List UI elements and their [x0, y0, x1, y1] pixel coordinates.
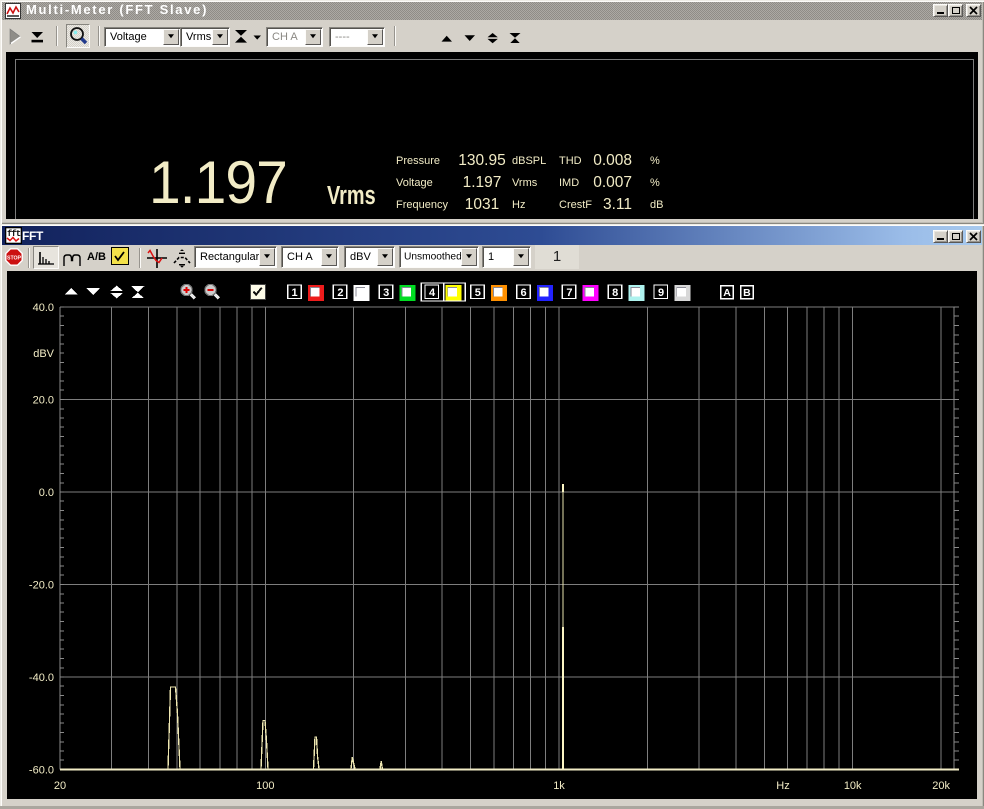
- svg-text:7: 7: [566, 287, 572, 299]
- svg-text:8: 8: [612, 287, 618, 299]
- svg-text:A: A: [723, 287, 731, 299]
- svg-text:0.0: 0.0: [39, 487, 54, 499]
- svg-text:2: 2: [337, 287, 343, 299]
- svg-text:40.0: 40.0: [33, 302, 54, 314]
- svg-text:1: 1: [292, 287, 298, 299]
- svg-text:1k: 1k: [553, 780, 565, 792]
- svg-text:-20.0: -20.0: [29, 580, 54, 592]
- svg-text:dBV: dBV: [33, 348, 54, 360]
- svg-text:-60.0: -60.0: [29, 765, 54, 777]
- svg-text:STOP: STOP: [7, 256, 22, 262]
- svg-text:3: 3: [383, 287, 389, 299]
- svg-text:20.0: 20.0: [33, 395, 54, 407]
- svg-text:100: 100: [256, 780, 274, 792]
- svg-text:9: 9: [658, 287, 664, 299]
- svg-text:20k: 20k: [932, 780, 950, 792]
- svg-text:6: 6: [521, 287, 527, 299]
- svg-text:10k: 10k: [844, 780, 862, 792]
- svg-text:4: 4: [429, 287, 436, 299]
- svg-text:-40.0: -40.0: [29, 672, 54, 684]
- svg-text:20: 20: [54, 780, 66, 792]
- svg-text:5: 5: [475, 287, 481, 299]
- svg-text:B: B: [743, 287, 751, 299]
- svg-text:Hz: Hz: [776, 780, 789, 792]
